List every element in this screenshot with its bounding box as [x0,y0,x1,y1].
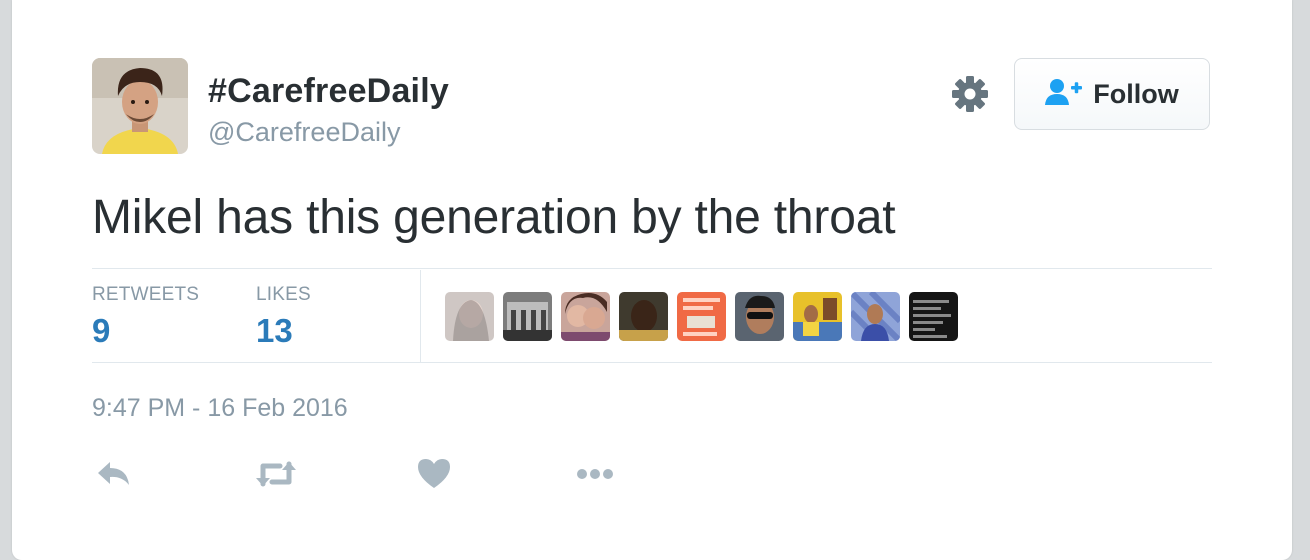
timestamp[interactable]: 9:47 PM - 16 Feb 2016 [92,394,348,423]
like-icon[interactable] [414,454,458,494]
liker-avatar[interactable] [619,292,668,341]
retweets-label: RETWEETS [92,284,200,305]
retweet-icon[interactable] [254,454,298,494]
follow-label: Follow [1093,78,1179,109]
liker-avatar[interactable] [793,292,842,341]
display-name[interactable]: #CarefreeDaily [208,72,449,111]
retweets-stat[interactable]: RETWEETS 9 [92,284,199,350]
liker-avatar[interactable] [677,292,726,341]
liker-avatar[interactable] [909,292,958,341]
tweet-card: #CarefreeDaily @CarefreeDaily Follow Mik… [12,0,1292,560]
likers-avatars [445,292,958,341]
likes-stat[interactable]: LIKES 13 [256,284,311,350]
liker-avatar[interactable] [735,292,784,341]
likes-label: LIKES [256,284,311,305]
liker-avatar[interactable] [851,292,900,341]
liker-avatar[interactable] [561,292,610,341]
liker-avatar[interactable] [503,292,552,341]
follow-button[interactable]: Follow [1014,58,1210,130]
more-icon[interactable] [574,454,618,494]
username[interactable]: @CarefreeDaily [208,117,400,148]
stats-top-divider [92,268,1212,269]
stats-vertical-divider [420,270,421,362]
likes-count: 13 [256,312,293,349]
reply-icon[interactable] [94,454,138,494]
avatar[interactable] [92,58,188,154]
tweet-text: Mikel has this generation by the throat [92,191,896,244]
retweets-count: 9 [92,312,111,349]
stats-bottom-divider [92,362,1212,363]
gear-icon[interactable] [950,74,990,114]
add-user-icon [1045,78,1083,111]
liker-avatar[interactable] [445,292,494,341]
